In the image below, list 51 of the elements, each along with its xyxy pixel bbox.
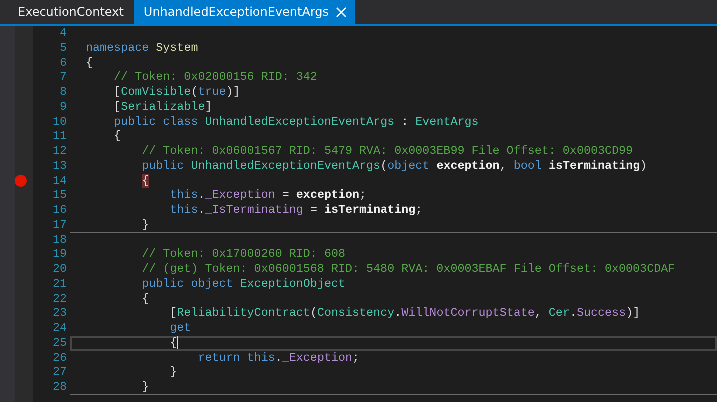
code-line: public UnhandledExceptionEventArgs(object exception, bool isTerminating) [142, 158, 648, 174]
line-number: 20 [52, 262, 67, 277]
code-line: return this._Exception; [198, 350, 360, 366]
line-number: 11 [52, 129, 67, 144]
line-number: 23 [52, 306, 67, 321]
code-line: public object ExceptionObject [142, 276, 346, 292]
code-line: namespace System [86, 40, 198, 56]
code-line: { [86, 56, 94, 70]
line-number: 24 [52, 321, 67, 336]
line-number: 10 [52, 114, 67, 130]
code-line: [ComVisible(true)] [114, 85, 240, 100]
line-number: 21 [52, 276, 67, 292]
code-line: this._Exception = exception; [170, 188, 367, 203]
line-number: 13 [52, 158, 67, 174]
line-number: 15 [52, 188, 67, 203]
code-line: // Token: 0x02000156 RID: 342 [114, 70, 318, 85]
code-line: [ReliabilityContract(Consistency.WillNotCorruptState, Cer.Success)] [170, 306, 640, 321]
code-line: this._IsTerminating = isTerminating; [170, 203, 423, 218]
line-number: 14 [52, 174, 67, 188]
line-number: 28 [52, 380, 67, 395]
line-number: 6 [60, 56, 67, 70]
line-number: 12 [52, 144, 67, 159]
line-number: 22 [52, 292, 67, 306]
line-number: 19 [52, 247, 67, 262]
close-icon[interactable] [336, 6, 348, 18]
code-line: } [142, 218, 150, 232]
code-line: [Serializable] [114, 100, 212, 114]
line-number: 17 [52, 218, 67, 232]
code-line: public class UnhandledExceptionEventArgs : EventArgs [114, 114, 479, 130]
code-line: { [114, 129, 122, 144]
editor-tab[interactable]: ExecutionContext [8, 0, 132, 24]
code-line: { [170, 336, 178, 350]
breakpoint-icon[interactable] [15, 174, 27, 187]
code-line: } [142, 380, 150, 395]
code-line: // Token: 0x17000260 RID: 608 [142, 247, 346, 262]
editor-tab[interactable]: UnhandledExceptionEventArgs [134, 0, 356, 24]
line-number: 4 [60, 26, 67, 41]
code-line: { [142, 292, 150, 306]
line-number: 8 [60, 85, 67, 100]
code-line: // (get) Token: 0x06001568 RID: 5480 RVA: 0x0003EBAF File Offset: 0x0003CDAF [142, 262, 676, 277]
line-number: 16 [52, 203, 67, 218]
line-number: 27 [52, 365, 67, 380]
line-number: 18 [52, 232, 67, 248]
line-number: 25 [52, 336, 67, 350]
code-line: get [170, 321, 192, 336]
line-number: 26 [52, 350, 67, 366]
line-number: 5 [60, 40, 67, 56]
line-number: 9 [60, 100, 67, 114]
line-number: 7 [60, 70, 67, 85]
code-line: // Token: 0x06001567 RID: 5479 RVA: 0x0003EB99 File Offset: 0x0003CD99 [142, 144, 634, 159]
code-line: } [170, 365, 178, 380]
